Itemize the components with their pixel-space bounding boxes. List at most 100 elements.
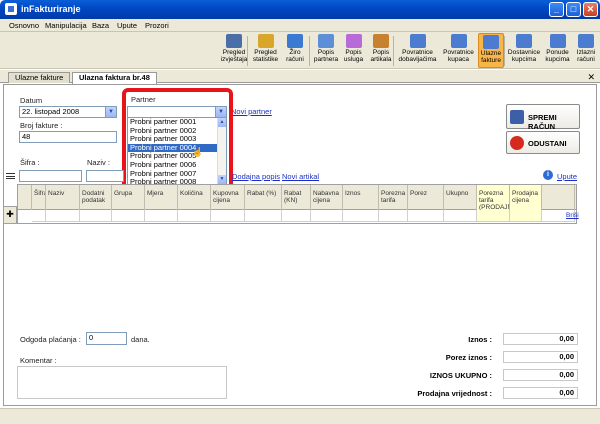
grid-cell[interactable] — [178, 210, 211, 222]
grid-column-header[interactable]: Grupa — [112, 185, 145, 210]
supplier-returns-icon — [409, 34, 426, 48]
save-label: SPREMI RAČUN — [528, 113, 557, 131]
grid-cell[interactable] — [408, 210, 444, 222]
grid-cell[interactable] — [477, 210, 510, 222]
datum-picker[interactable]: 22. listopad 2008 ▼ — [19, 106, 117, 118]
grid-column-header[interactable] — [542, 185, 575, 210]
dana-label: dana. — [131, 335, 150, 344]
toolbar-label: statistike — [252, 56, 279, 63]
table-row[interactable]: Briši — [18, 210, 579, 222]
grid-cell[interactable] — [510, 210, 542, 222]
toolbar-button-2[interactable]: Pregled statistike — [250, 33, 281, 68]
tab-ulazna-faktura[interactable]: Ulazna faktura br.48 — [72, 72, 157, 84]
items-grid[interactable]: ŠifraNazivDodatni podatakGrupaMjeraKolič… — [17, 184, 579, 224]
minimize-button[interactable]: _ — [549, 2, 564, 17]
grid-cell[interactable] — [311, 210, 343, 222]
window-title: inFakturiranje — [21, 4, 81, 14]
grid-column-header[interactable]: Porez — [408, 185, 444, 210]
toolbar-label: Povratnice — [443, 49, 474, 56]
grid-cell[interactable] — [80, 210, 112, 222]
novi-artikal-link[interactable]: Novi artikal — [282, 172, 319, 181]
grid-column-header[interactable]: Ukupno — [444, 185, 477, 210]
grid-cell[interactable] — [32, 210, 46, 222]
grid-column-header[interactable]: Porezna tarifa (PRODAJNA) — [477, 185, 510, 210]
sifra-input[interactable] — [19, 170, 82, 182]
toolbar-button-4[interactable]: Popis partnera — [312, 33, 340, 68]
close-tab-icon[interactable]: ✕ — [587, 72, 595, 83]
komentar-label: Komentar : — [20, 356, 57, 365]
scroll-up-icon[interactable]: ▲ — [218, 118, 226, 127]
grid-cell[interactable] — [145, 210, 178, 222]
grid-column-header[interactable]: Mjera — [145, 185, 178, 210]
grid-column-header[interactable]: Rabat (KN) — [282, 185, 311, 210]
naziv-input[interactable] — [86, 170, 124, 182]
grid-cell[interactable] — [444, 210, 477, 222]
grid-column-header[interactable]: Količina — [178, 185, 211, 210]
grid-cell[interactable] — [282, 210, 311, 222]
toolbar-button-7[interactable]: Povratnice dobavljačima — [396, 33, 439, 68]
toolbar-button-11[interactable]: Ponude kupcima — [543, 33, 572, 68]
grid-cell[interactable] — [112, 210, 145, 222]
report-icon — [226, 34, 242, 48]
toolbar-label: Žiro — [289, 49, 301, 56]
odustani-button[interactable]: ODUSTANI — [506, 131, 580, 154]
grid-column-header[interactable]: Dodatni podatak — [80, 185, 112, 210]
cancel-label: ODUSTANI — [528, 139, 567, 148]
komentar-textarea[interactable] — [17, 366, 227, 399]
chevron-down-icon[interactable]: ▼ — [215, 107, 226, 117]
grid-cell[interactable] — [46, 210, 80, 222]
odgoda-input[interactable]: 0 — [86, 332, 127, 345]
toolbar-label: Povratnice — [402, 49, 433, 56]
toolbar-button-3[interactable]: Žiro računi — [282, 33, 308, 68]
close-window-button[interactable]: ✕ — [583, 2, 598, 17]
grid-column-header[interactable]: Naziv — [46, 185, 80, 210]
spremi-racun-button[interactable]: SPREMI RAČUN — [506, 104, 580, 131]
toolbar-button-8[interactable]: Povratnice kupaca — [441, 33, 476, 68]
grid-column-header[interactable]: Nabavna cijena — [311, 185, 343, 210]
customer-returns-icon — [450, 34, 467, 48]
scroll-down-icon[interactable]: ▼ — [218, 175, 226, 184]
toolbar-label: Pregled — [222, 49, 246, 56]
grid-cell[interactable] — [245, 210, 282, 222]
toolbar-button-12[interactable]: Izlazni računi — [573, 33, 599, 68]
toolbar-label: računi — [286, 56, 304, 63]
partner-dropdown-list[interactable]: Probni partner 0001 Probni partner 0002 Pr… — [127, 117, 227, 185]
menu-baza[interactable]: Baza — [92, 21, 109, 30]
odgoda-label: Odgoda plaćanja : — [20, 335, 81, 344]
toolbar-button-1[interactable]: Pregled izvještaja — [218, 33, 250, 68]
novi-partner-link[interactable]: Novi partner — [231, 107, 272, 116]
menu-manipulacija[interactable]: Manipulacija — [45, 21, 87, 30]
grid-column-header[interactable]: Rabat (%) — [245, 185, 282, 210]
grid-column-header[interactable]: Prodajna cijena — [510, 185, 542, 210]
grid-column-header[interactable]: Iznos — [343, 185, 379, 210]
grid-cell[interactable] — [379, 210, 408, 222]
grid-column-header[interactable]: Porezna tarifa — [379, 185, 408, 210]
broj-fakture-input[interactable]: 48 — [19, 131, 117, 143]
naziv-label: Naziv : — [87, 158, 110, 167]
tab-ulazne-fakture[interactable]: Ulazne fakture — [8, 72, 71, 83]
toolbar-separator — [247, 36, 248, 66]
chevron-down-icon[interactable]: ▼ — [105, 107, 116, 117]
datum-label: Datum — [20, 96, 43, 105]
toolbar-button-6[interactable]: Popis artikala — [368, 33, 394, 68]
grid-cell[interactable] — [211, 210, 245, 222]
partner-label: Partner — [131, 95, 156, 104]
toolbar-button-9[interactable]: Ulazne fakture — [478, 33, 504, 68]
info-icon[interactable]: i — [543, 170, 553, 180]
menu-osnovno[interactable]: Osnovno — [9, 21, 39, 30]
grid-column-header[interactable]: Kupovna cijena — [211, 185, 245, 210]
list-scrollbar[interactable]: ▲ ▼ — [217, 118, 226, 184]
datum-value: 22. listopad 2008 — [22, 107, 80, 116]
grid-list-icon — [6, 173, 15, 181]
menu-prozori[interactable]: Prozori — [145, 21, 169, 30]
delete-row-link[interactable]: Briši — [566, 212, 579, 219]
upute-link[interactable]: Upute — [557, 172, 577, 181]
menu-upute[interactable]: Upute — [117, 21, 137, 30]
total-label: Porez iznos : — [445, 353, 492, 362]
dodaj-na-popis-link[interactable]: Dodajna popis — [232, 172, 280, 181]
toolbar-button-5[interactable]: Popis usluga — [341, 33, 366, 68]
grid-cell[interactable] — [343, 210, 379, 222]
maximize-button[interactable]: □ — [566, 2, 581, 17]
grid-column-header[interactable]: Šifra — [32, 185, 46, 210]
toolbar-button-10[interactable]: Dostavnice kupcima — [506, 33, 542, 68]
